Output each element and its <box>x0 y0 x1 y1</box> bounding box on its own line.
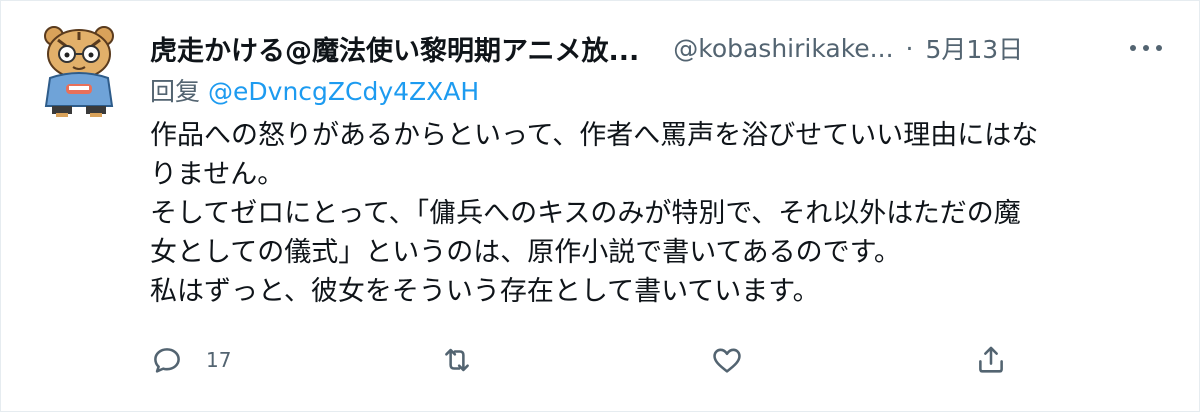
heart-icon <box>713 348 741 373</box>
user-handle[interactable]: @kobashirikake... <box>673 34 893 63</box>
tweet-text-line: そしてゼロにとって、「傭兵へのキスのみが特別で、それ以外はただの魔 <box>150 198 1021 229</box>
share-icon <box>979 346 1003 373</box>
tweet-text-line: 女としての儀式」というのは、原作小説で書いてあるのです。 <box>150 237 901 268</box>
share-button[interactable] <box>974 338 1008 382</box>
tiger-mascot-icon <box>44 26 114 117</box>
retweet-icon <box>445 348 469 372</box>
separator-dot: · <box>905 33 914 63</box>
reply-mention-link[interactable]: @eDvncgZCdy4ZXAH <box>208 77 479 106</box>
tweet-header: 虎走かける@魔法使い黎明期アニメ放... @kobashirikake... ·… <box>150 28 1108 68</box>
tweet-text-line: 私はずっと、彼女をそういう存在として書いています。 <box>150 276 820 307</box>
avatar[interactable] <box>36 22 122 118</box>
tweet-date[interactable]: 5月13日 <box>925 30 1023 66</box>
more-options-icon[interactable] <box>1122 30 1170 66</box>
reply-count: 17 <box>206 348 232 372</box>
tweet-text: 作品への怒りがあるからといって、作者へ罵声を浴びせていい理由にはな りません。 … <box>150 116 1170 311</box>
tweet-text-line: 作品への怒りがあるからといって、作者へ罵声を浴びせていい理由にはな <box>150 120 1039 151</box>
reply-prefix: 回复 <box>150 77 201 106</box>
action-bar: 17 <box>150 338 1030 382</box>
replying-to: 回复 @eDvncgZCdy4ZXAH <box>150 72 479 108</box>
display-name[interactable]: 虎走かける@魔法使い黎明期アニメ放... <box>150 29 639 68</box>
retweet-button[interactable] <box>440 338 474 382</box>
like-button[interactable] <box>710 338 744 382</box>
reply-icon <box>154 348 180 373</box>
reply-button[interactable]: 17 <box>150 338 231 382</box>
tweet-text-line: りません。 <box>150 159 285 190</box>
